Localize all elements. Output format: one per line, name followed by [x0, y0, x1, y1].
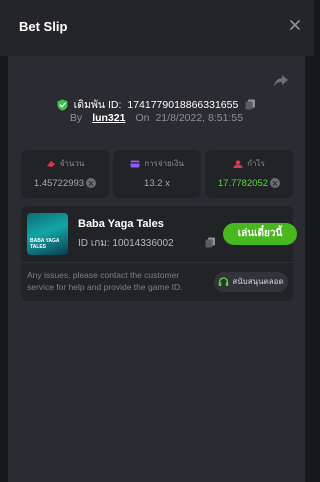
stat-profit-value: 17.7782052 [217, 178, 269, 189]
support-button[interactable]: สนับสนุนตลอด [214, 272, 288, 292]
bet-id-value: 1741779018866331655 [127, 98, 239, 111]
game-thumbnail[interactable]: BABA YAGA TALES [27, 213, 68, 255]
profit-icon [233, 160, 243, 168]
username-link[interactable]: lun321 [92, 112, 125, 124]
share-icon[interactable] [273, 74, 289, 88]
stat-profit-label: กำไร [247, 159, 265, 168]
close-icon[interactable] [288, 18, 302, 32]
bet-amount-icon [46, 160, 55, 167]
coin-icon [86, 178, 97, 189]
payout-card-icon [130, 160, 140, 168]
bet-meta-row: By lun321 On 21/8/2022, 8:51:55 [8, 112, 305, 124]
game-id-label: ID เกม: [78, 238, 110, 249]
support-note: Any issues, please contact the customer … [27, 270, 183, 292]
divider [21, 262, 293, 263]
support-button-label: สนับสนุนตลอด [232, 277, 284, 286]
game-name: Baba Yaga Tales [78, 218, 164, 230]
by-label: By [69, 112, 83, 124]
game-card: BABA YAGA TALES Baba Yaga Tales ID เกม: … [21, 206, 297, 301]
page-title: Bet Slip [19, 19, 68, 34]
stat-amount-value: 1.45722993 [33, 178, 85, 189]
game-id-value: 10014336002 [112, 238, 174, 249]
bet-slip-header: Bet Slip [0, 0, 314, 56]
stat-amount-label: จำนวน [59, 159, 85, 168]
copy-icon[interactable] [205, 237, 216, 248]
bet-datetime: 21/8/2022, 8:51:55 [155, 112, 244, 124]
stat-payout: การจ่ายเงิน 13.2 x [113, 150, 201, 198]
stat-payout-value: 13.2 x [144, 178, 170, 189]
bet-id-label: เดิมพัน ID: [73, 99, 122, 111]
play-now-button[interactable]: เล่นเดี๋ยวนี้ [223, 223, 297, 245]
on-label: On [135, 112, 150, 124]
stat-profit: กำไร 17.7782052 [205, 150, 293, 198]
bet-id-row: เดิมพัน ID: 1741779018866331655 [8, 96, 305, 113]
headset-icon [219, 277, 229, 286]
stat-amount: จำนวน 1.45722993 [21, 150, 109, 198]
bet-details-panel: เดิมพัน ID: 1741779018866331655 By lun321… [8, 56, 305, 482]
thumbnail-title: BABA YAGA TALES [30, 238, 60, 250]
bet-stats: จำนวน 1.45722993 การจ่ายเงิน 13.2 x กำไร… [21, 150, 293, 198]
shield-check-icon [57, 99, 68, 111]
copy-icon[interactable] [245, 99, 256, 110]
coin-icon [270, 178, 281, 189]
game-id: ID เกม: 10014336002 [78, 236, 174, 251]
stat-payout-label: การจ่ายเงิน [144, 159, 184, 168]
